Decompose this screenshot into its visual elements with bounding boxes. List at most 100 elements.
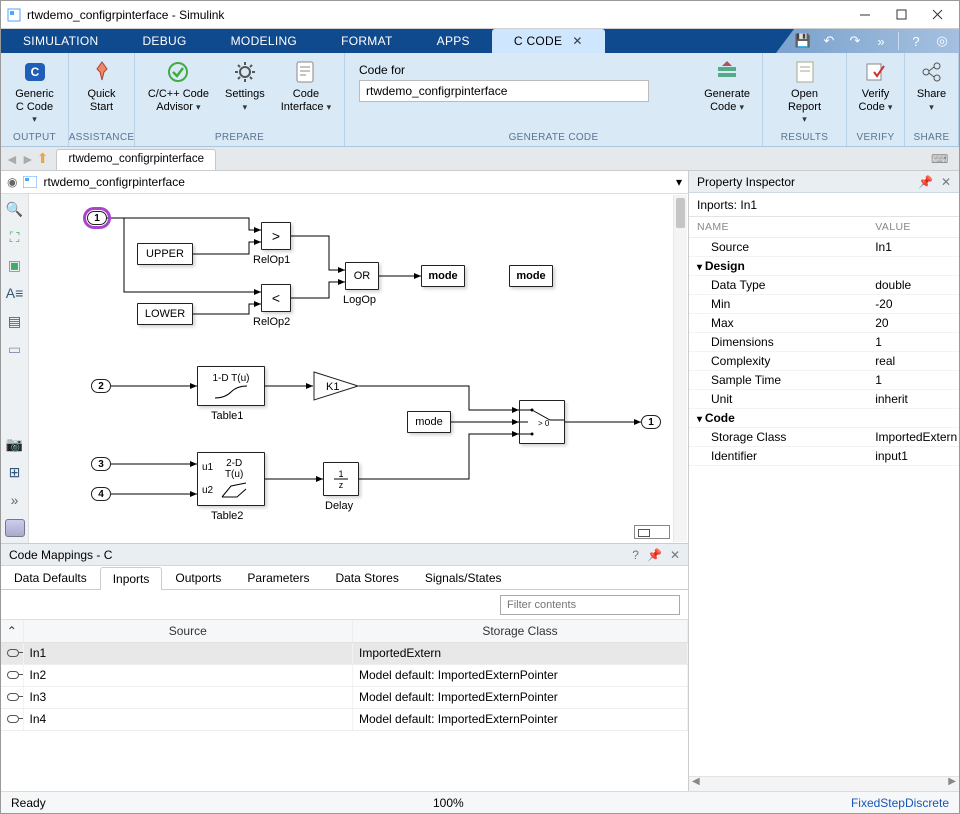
close-ccode-tab-icon[interactable]: ✕ [572,34,582,48]
keyboard-icon[interactable]: ⌨ [931,152,955,166]
outport-1-block[interactable]: 1 [641,415,661,429]
annotate-icon[interactable]: ▣ [6,256,24,274]
expand-sidebar-icon[interactable]: » [6,491,24,509]
canvas-navigator-icon[interactable] [634,525,670,539]
generic-c-code-button[interactable]: C GenericC Code ▾ [5,57,64,128]
help-icon[interactable]: ? [907,32,925,50]
inport-3-block[interactable]: 3 [91,457,111,471]
prop-row[interactable]: Sample Time1 [689,370,959,389]
prop-row[interactable]: Complexityreal [689,351,959,370]
col-storageclass[interactable]: Storage Class [353,620,688,642]
prop-row[interactable]: Unitinherit [689,389,959,408]
table2-block[interactable]: u1u2 2-D T(u) [197,452,265,506]
generate-code-button[interactable]: GenerateCode ▾ [696,57,758,115]
cm-tab-signals[interactable]: Signals/States [412,566,515,589]
quick-start-button[interactable]: QuickStart [76,57,128,115]
col-expand[interactable]: ⌃ [1,620,23,642]
cm-tab-outports[interactable]: Outports [162,566,234,589]
screenshot-icon[interactable]: 📷 [6,435,24,453]
cm-tab-inports[interactable]: Inports [100,567,163,590]
cm-tab-parameters[interactable]: Parameters [234,566,322,589]
prop-row[interactable]: Storage ClassImportedExtern [689,427,959,446]
expand-qat-icon[interactable]: » [872,32,890,50]
zoom-icon[interactable]: 🔍 [6,200,24,218]
tab-modeling[interactable]: MODELING [209,29,319,53]
cm-tab-datastores[interactable]: Data Stores [322,566,411,589]
fit-icon[interactable]: ⛶ [6,228,24,246]
prop-row[interactable]: Data Typedouble [689,275,959,294]
inport-icon [7,693,19,701]
canvas-path-dropdown-icon[interactable]: ▾ [676,175,682,189]
nav-back-icon[interactable]: ◄ [5,151,19,167]
bird-eye-icon[interactable]: ⊞ [6,463,24,481]
inport-4-block[interactable]: 4 [91,487,111,501]
relop2-block[interactable]: < [261,284,291,312]
codemap-help-icon[interactable]: ? [632,548,639,562]
lower-block[interactable]: LOWER [137,303,193,325]
relop1-block[interactable]: > [261,222,291,250]
gain-k1-block[interactable]: K1 [313,371,359,401]
canvas-vscroll[interactable] [673,195,687,542]
prop-row[interactable]: Min-20 [689,294,959,313]
nav-fwd-icon[interactable]: ► [21,151,35,167]
tab-format[interactable]: FORMAT [319,29,415,53]
solver-label[interactable]: FixedStepDiscrete [851,796,949,810]
logop-block[interactable]: OR [345,262,379,290]
inspector-close-icon[interactable]: ✕ [941,175,951,189]
tab-apps[interactable]: APPS [415,29,492,53]
from-mode-block[interactable]: mode [407,411,451,433]
settings-button[interactable]: Settings▾ [217,57,273,115]
close-button[interactable] [919,2,955,28]
table1-block[interactable]: 1-D T(u) [197,366,265,406]
inport-2-block[interactable]: 2 [91,379,111,393]
display-mode-block[interactable]: mode [509,265,553,287]
share-button[interactable]: Share▾ [906,57,958,115]
hierarchy-icon[interactable]: ◉ [7,175,17,189]
switch-block[interactable]: > 0 [519,400,565,444]
prop-group[interactable]: Code [689,408,959,427]
save-icon[interactable]: 💾 [794,32,812,50]
redo-icon[interactable]: ↷ [846,32,864,50]
prop-row[interactable]: Max20 [689,313,959,332]
target-icon[interactable]: ◎ [933,32,951,50]
image-icon[interactable]: ▤ [6,312,24,330]
nav-up-icon[interactable]: ⬆ [37,150,49,167]
model-tab[interactable]: rtwdemo_configrpinterface [56,149,216,170]
col-source[interactable]: Source [23,620,353,642]
table-row[interactable]: In1 ImportedExtern [1,642,688,664]
delay-block[interactable]: 1z [323,462,359,496]
cm-tab-datadefaults[interactable]: Data Defaults [1,566,100,589]
codemap-pin-icon[interactable]: 📌 [647,548,662,562]
prop-group[interactable]: Design [689,256,959,275]
annotation-text-icon[interactable]: A≡ [6,284,24,302]
area-icon[interactable]: ▭ [6,340,24,358]
inport-1-block[interactable]: 1 [87,211,107,225]
prop-row[interactable]: Identifierinput1 [689,446,959,465]
model-data-icon[interactable] [5,519,25,537]
inspector-hscroll[interactable] [689,776,959,791]
code-advisor-button[interactable]: C/C++ CodeAdvisor ▾ [140,57,217,115]
tab-ccode[interactable]: C CODE✕ [492,29,605,53]
codemap-close-icon[interactable]: ✕ [670,548,680,562]
minimize-button[interactable] [847,2,883,28]
table-row[interactable]: In2 Model default: ImportedExternPointer [1,664,688,686]
maximize-button[interactable] [883,2,919,28]
canvas-path[interactable]: rtwdemo_configrpinterface [43,175,184,189]
codemap-filter-input[interactable] [500,595,680,615]
table-row[interactable]: In4 Model default: ImportedExternPointer [1,708,688,730]
inspector-pin-icon[interactable]: 📌 [918,175,933,189]
prop-row[interactable]: Dimensions1 [689,332,959,351]
zoom-level[interactable]: 100% [433,796,464,810]
canvas[interactable]: 1 2 3 4 1 UPPER LOWER > RelOp1 < RelOp2 … [29,194,688,543]
prop-row[interactable]: SourceIn1 [689,237,959,256]
table-row[interactable]: In3 Model default: ImportedExternPointer [1,686,688,708]
codefor-input[interactable] [359,80,649,102]
tab-simulation[interactable]: SIMULATION [1,29,120,53]
verify-code-button[interactable]: VerifyCode ▾ [850,57,902,115]
code-interface-button[interactable]: CodeInterface ▾ [273,57,339,115]
goto-mode-block[interactable]: mode [421,265,465,287]
undo-icon[interactable]: ↶ [820,32,838,50]
upper-block[interactable]: UPPER [137,243,193,265]
tab-debug[interactable]: DEBUG [120,29,208,53]
open-report-button[interactable]: Open Report▾ [767,57,842,128]
